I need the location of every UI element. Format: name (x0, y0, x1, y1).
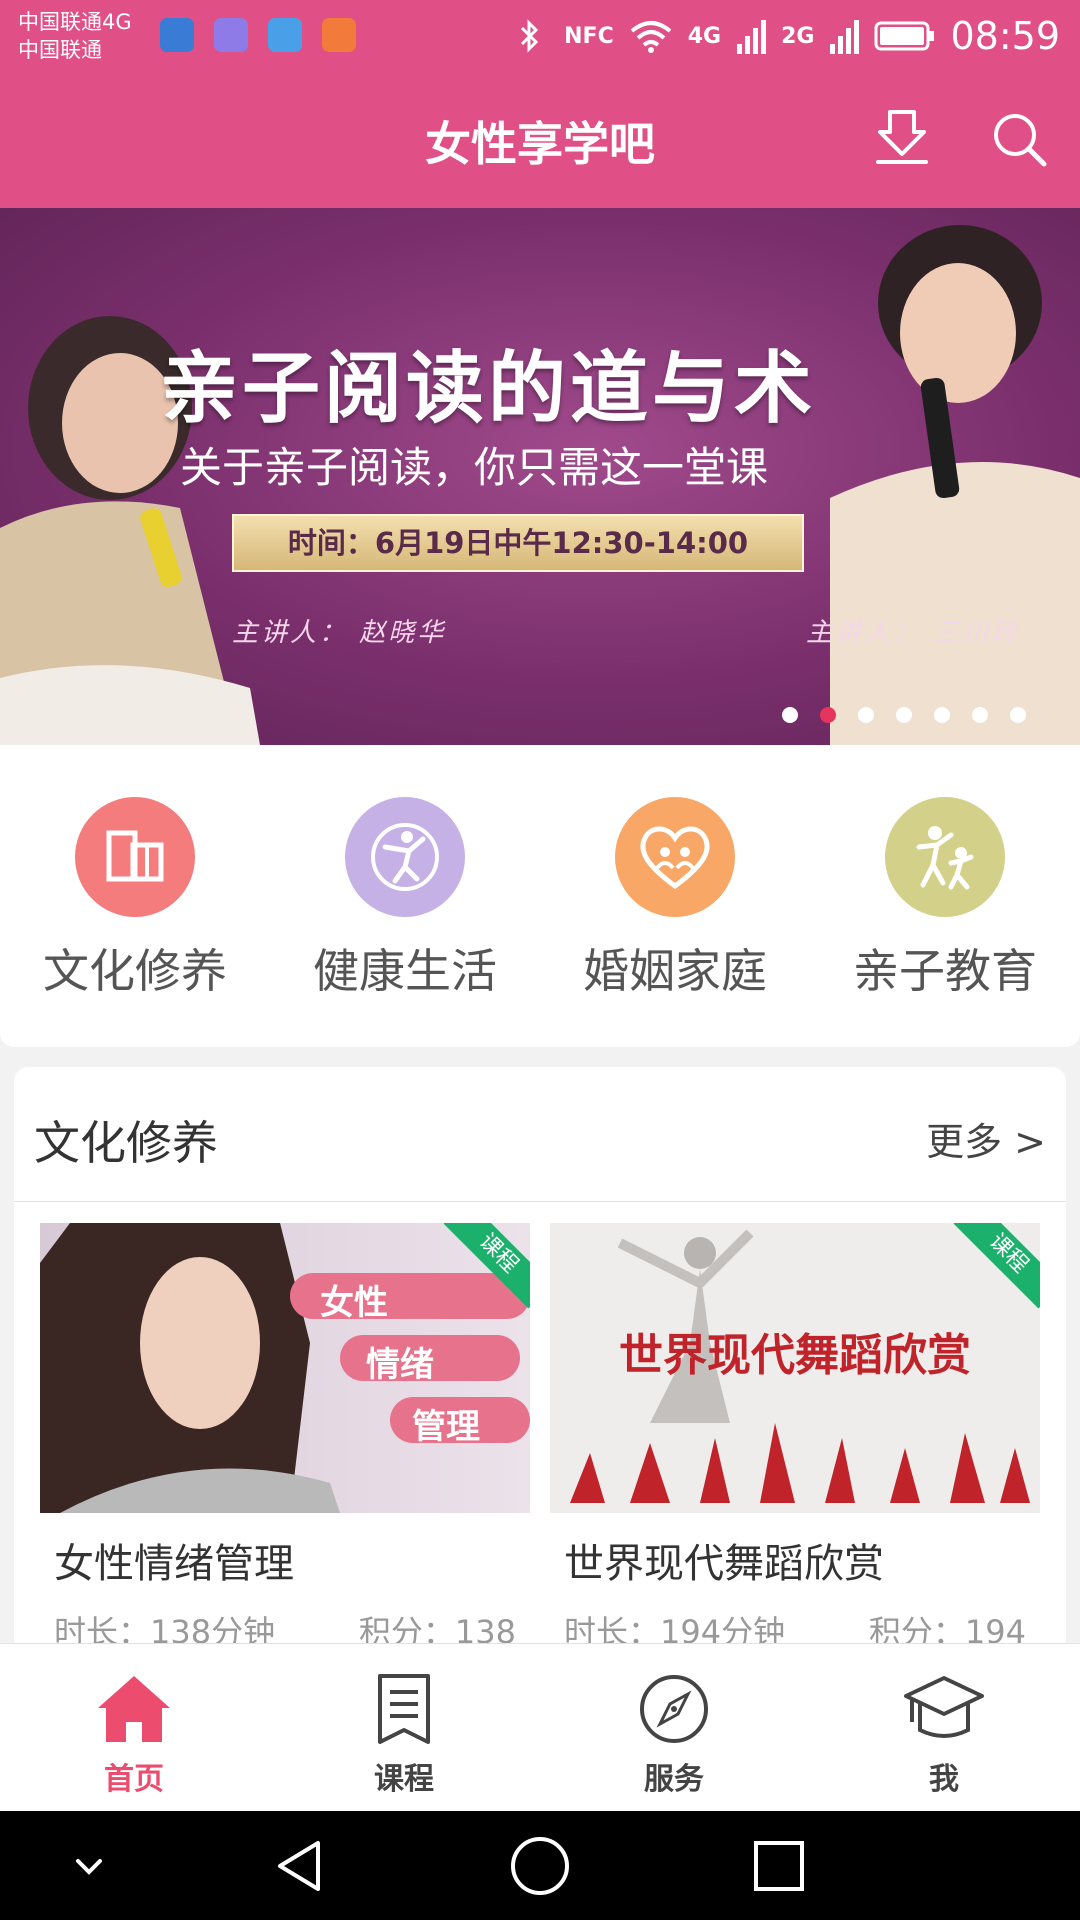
tab-courses[interactable]: 课程 (304, 1672, 504, 1798)
section-header: 文化修养 更多 > (14, 1067, 1066, 1202)
wifi-app-icon (214, 18, 248, 52)
bluetooth-icon (521, 19, 539, 53)
thumbnail-art (40, 1223, 530, 1513)
search-icon (994, 114, 1047, 167)
dancer-icon (345, 797, 465, 917)
course-points: 积分：194 (868, 1613, 1026, 1647)
category-label: 文化修养 (43, 944, 227, 998)
graduation-cap-icon (904, 1676, 984, 1738)
carousel-dot[interactable] (1010, 707, 1026, 723)
carrier-line2: 中国联通 (18, 38, 102, 62)
tab-home[interactable]: 首页 (34, 1672, 234, 1798)
carousel-dot-active[interactable] (820, 707, 836, 723)
course-thumbnail: 女性 情绪 管理 课程 (40, 1223, 530, 1513)
course-duration: 时长：138分钟 (54, 1613, 276, 1647)
compass-icon (640, 1675, 708, 1743)
wifi-icon (630, 21, 672, 53)
course-card[interactable]: 世界现代舞蹈欣赏 课程 世界现代舞蹈欣赏 时长：194分钟 积分：194 (550, 1223, 1040, 1647)
home-icon (98, 1676, 170, 1742)
course-points: 积分：138 (358, 1613, 516, 1647)
thumb-tag: 管理 (412, 1407, 480, 1447)
category-label: 亲子教育 (853, 944, 1037, 998)
back-icon[interactable] (268, 1833, 334, 1899)
carousel-dot[interactable] (972, 707, 988, 723)
search-button[interactable] (984, 104, 1056, 176)
system-nav-bar (0, 1811, 1080, 1920)
tab-services[interactable]: 服务 (574, 1672, 774, 1798)
course-meta: 时长：194分钟 积分：194 (550, 1607, 1040, 1647)
category-marriage[interactable]: 婚姻家庭 (565, 797, 785, 1001)
status-indicators: NFC 4G 2G 08:59 (510, 14, 1060, 58)
heart-family-icon (615, 797, 735, 917)
tab-label: 我 (929, 1762, 959, 1797)
thumb-title: 世界现代舞蹈欣赏 (619, 1330, 971, 1381)
bottom-tab-bar: 首页 课程 服务 我 (0, 1643, 1080, 1811)
category-parenting[interactable]: 亲子教育 (835, 797, 1055, 1001)
carousel-dot[interactable] (934, 707, 950, 723)
speaker-left: 主讲人： 赵晓华 (232, 618, 447, 648)
course-duration: 时长：194分钟 (564, 1613, 786, 1647)
bird-app-icon (268, 18, 302, 52)
tab-label: 首页 (104, 1762, 164, 1797)
home-nav-icon[interactable] (507, 1833, 573, 1899)
thumb-tag: 女性 (320, 1283, 388, 1323)
app-header: 女性享学吧 (0, 72, 1080, 208)
banner-title: 亲子阅读的道与术 (160, 343, 817, 434)
status-bar: 中国联通4G 中国联通 NFC 4G 2G 08:59 (0, 0, 1080, 72)
nfc-icon: NFC (564, 23, 614, 49)
carousel-dot[interactable] (782, 707, 798, 723)
signal-bars-2-icon (830, 20, 860, 54)
course-name: 女性情绪管理 (54, 1541, 294, 1587)
sim-app-icon (160, 18, 194, 52)
category-health[interactable]: 健康生活 (295, 797, 515, 1001)
carousel-dot[interactable] (896, 707, 912, 723)
download-icon (876, 110, 928, 164)
more-link[interactable]: 更多 > (926, 1111, 1046, 1166)
signal-bars-icon (737, 20, 767, 54)
recents-icon[interactable] (746, 1833, 812, 1899)
speaker-right: 主讲人： 三川玲 (806, 618, 1021, 648)
tab-me[interactable]: 我 (844, 1672, 1044, 1798)
category-grid: 文化修养 健康生活 婚姻家庭 亲子教育 (0, 745, 1080, 1047)
thumb-tag: 情绪 (366, 1345, 434, 1385)
carousel-indicator (782, 707, 1026, 723)
category-label: 婚姻家庭 (583, 944, 767, 998)
category-culture[interactable]: 文化修养 (25, 797, 245, 1001)
tab-label: 课程 (374, 1762, 434, 1797)
culture-section: 文化修养 更多 > 女性 情绪 管理 课程 女性情绪管理 时长：138分钟 积分… (14, 1067, 1066, 1647)
download-button[interactable] (866, 104, 938, 176)
promo-banner[interactable]: 亲子阅读的道与术 关于亲子阅读，你只需这一堂课 时间：6月19日中午12:30-… (0, 208, 1080, 745)
book-icon (75, 797, 195, 917)
parent-child-icon (885, 797, 1005, 917)
signal-4g-icon: 4G (687, 23, 722, 49)
course-card[interactable]: 女性 情绪 管理 课程 女性情绪管理 时长：138分钟 积分：138 (40, 1223, 530, 1647)
course-thumbnail: 世界现代舞蹈欣赏 课程 (550, 1223, 1040, 1513)
tools-app-icon (322, 18, 356, 52)
banner-time: 时间：6月19日中午12:30-14:00 (232, 514, 804, 572)
document-icon (378, 1674, 430, 1744)
chevron-down-icon[interactable] (56, 1833, 122, 1899)
clock: 08:59 (950, 14, 1060, 58)
carrier-info: 中国联通4G 中国联通 (18, 8, 132, 64)
carousel-dot[interactable] (858, 707, 874, 723)
course-meta: 时长：138分钟 积分：138 (40, 1607, 530, 1647)
course-name: 世界现代舞蹈欣赏 (564, 1541, 884, 1587)
banner-subtitle: 关于亲子阅读，你只需这一堂课 (180, 443, 769, 492)
signal-2g-icon: 2G (781, 23, 815, 49)
carrier-line1: 中国联通4G (18, 10, 132, 34)
section-title: 文化修养 (34, 1116, 218, 1170)
category-label: 健康生活 (313, 944, 497, 998)
tab-label: 服务 (644, 1762, 704, 1797)
battery-icon (874, 21, 935, 51)
